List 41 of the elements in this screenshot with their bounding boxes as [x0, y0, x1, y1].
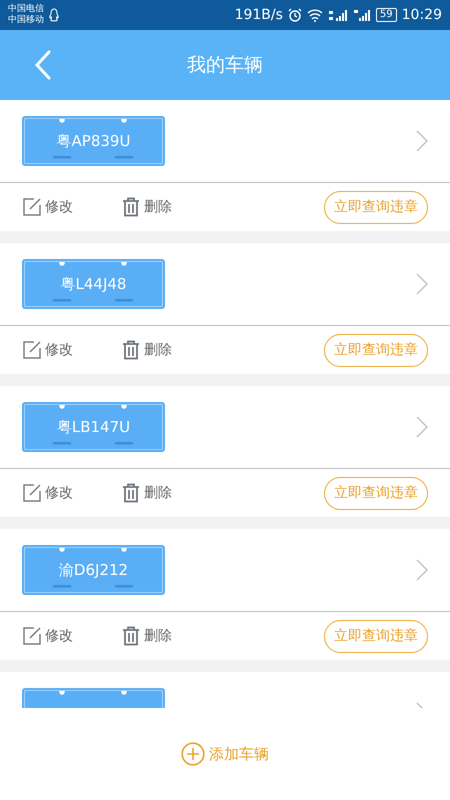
wifi-icon: [306, 8, 323, 22]
license-plate[interactable]: 粤L44J48: [22, 259, 165, 309]
delete-button[interactable]: 删除: [121, 626, 172, 646]
edit-button[interactable]: 修改: [22, 340, 73, 360]
add-vehicle-button[interactable]: 添加车辆: [175, 741, 275, 767]
page-title: 我的车辆: [187, 52, 263, 78]
edit-button[interactable]: 修改: [22, 196, 73, 218]
signal-icon: [352, 8, 371, 22]
trash-icon: [121, 340, 141, 360]
chevron-right-icon: [416, 559, 428, 581]
carrier-name: 中国移动: [8, 15, 44, 26]
license-plate[interactable]: 粤AP839U: [22, 116, 165, 166]
edit-icon: [22, 197, 42, 217]
license-plate[interactable]: 粤LB147U: [22, 402, 165, 452]
query-violations-button[interactable]: 立即查询违章: [324, 190, 428, 224]
query-violations-button[interactable]: 立即查询违章: [324, 620, 428, 652]
plus-circle-icon: [181, 742, 205, 766]
edit-button[interactable]: 修改: [22, 626, 73, 646]
trash-icon: [121, 197, 141, 217]
chevron-right-icon: [416, 273, 428, 295]
delete-button[interactable]: 删除: [121, 482, 172, 504]
signal-icon: [328, 8, 348, 22]
license-plate[interactable]: 渝D6J212: [22, 545, 165, 595]
edit-icon: [22, 483, 42, 503]
carrier-name: 中国电信: [8, 4, 44, 14]
edit-icon: [22, 340, 42, 360]
edit-button[interactable]: 修改: [22, 482, 73, 504]
delete-button[interactable]: 删除: [121, 340, 172, 360]
chevron-right-icon: [416, 416, 428, 438]
query-violations-button[interactable]: 立即查询违章: [324, 334, 428, 366]
trash-icon: [121, 626, 141, 646]
network-speed: 191B/s: [234, 6, 283, 24]
battery-level: 59: [376, 8, 397, 22]
delete-button[interactable]: 删除: [121, 196, 172, 218]
edit-icon: [22, 626, 42, 646]
clock: 10:29: [402, 6, 442, 24]
trash-icon: [121, 483, 141, 503]
penguin-icon: [48, 8, 60, 22]
query-violations-button[interactable]: 立即查询违章: [324, 476, 428, 510]
chevron-right-icon: [416, 130, 428, 152]
alarm-icon: [288, 8, 302, 22]
